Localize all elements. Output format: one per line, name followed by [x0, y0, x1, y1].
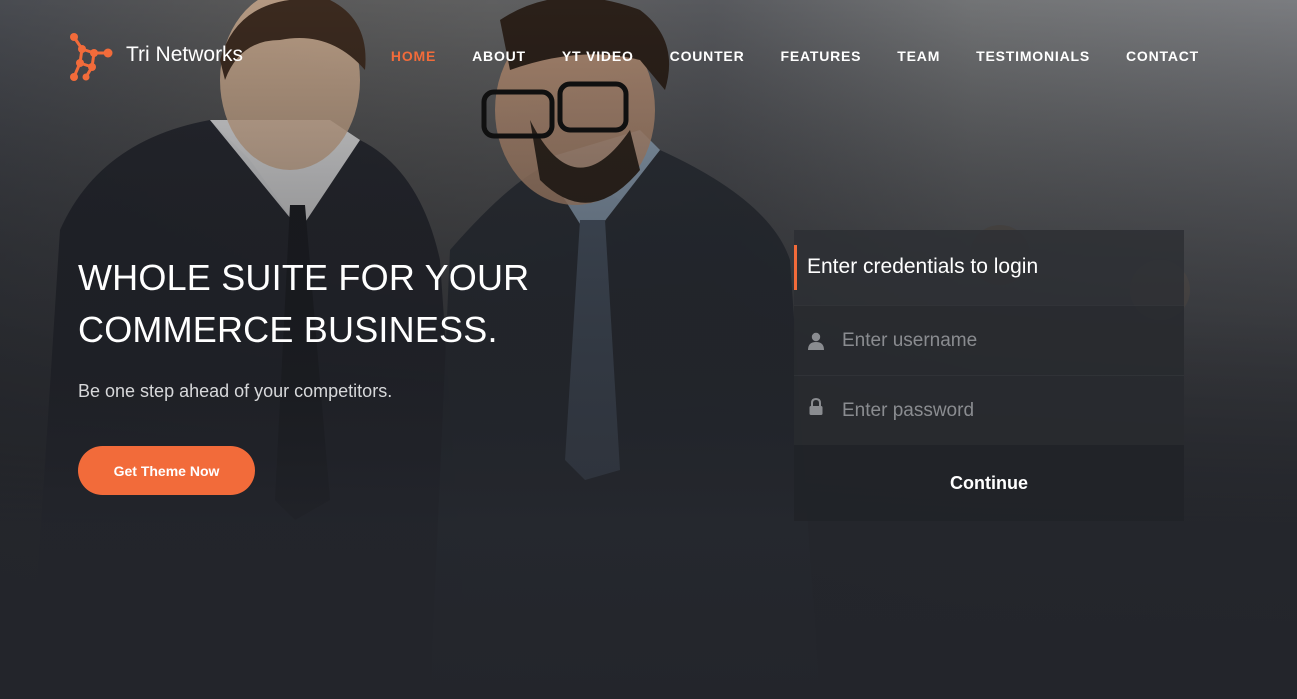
password-input[interactable] [842, 390, 1162, 432]
username-field [794, 305, 1184, 375]
brand-logo[interactable]: Tri Networks [68, 30, 243, 86]
get-theme-button[interactable]: Get Theme Now [78, 446, 255, 495]
nav-yt-video[interactable]: YT VIDEO [562, 48, 634, 64]
nav-about[interactable]: ABOUT [472, 48, 526, 64]
login-panel: Enter credentials to login Continue [794, 230, 1184, 521]
brand-name: Tri Networks [126, 43, 244, 66]
nav-home[interactable]: HOME [391, 48, 436, 64]
site-header: Tri Networks HOME ABOUT YT VIDEO COUNTER… [0, 0, 1297, 115]
nav-contact[interactable]: CONTACT [1126, 48, 1199, 64]
username-input[interactable] [842, 320, 1162, 362]
hero-headline: WHOLE SUITE FOR YOUR COMMERCE BUSINESS. [78, 252, 638, 356]
hero-subheadline: Be one step ahead of your competitors. [78, 381, 393, 401]
accent-bar [794, 245, 797, 290]
continue-button[interactable]: Continue [794, 445, 1184, 521]
login-title: Enter credentials to login [807, 255, 1039, 278]
user-icon [808, 332, 824, 350]
nav-features[interactable]: FEATURES [780, 48, 861, 64]
nav-counter[interactable]: COUNTER [670, 48, 745, 64]
hero-headline-line1: WHOLE SUITE FOR YOUR [78, 257, 530, 298]
network-nodes-icon [70, 33, 113, 81]
password-field [794, 375, 1184, 445]
lock-icon [809, 398, 823, 415]
hero-headline-line2: COMMERCE BUSINESS. [78, 309, 498, 350]
login-header: Enter credentials to login [794, 230, 1184, 305]
main-nav: HOME ABOUT YT VIDEO COUNTER FEATURES TEA… [355, 48, 1199, 64]
nav-team[interactable]: TEAM [897, 48, 940, 64]
nav-testimonials[interactable]: TESTIMONIALS [976, 48, 1090, 64]
